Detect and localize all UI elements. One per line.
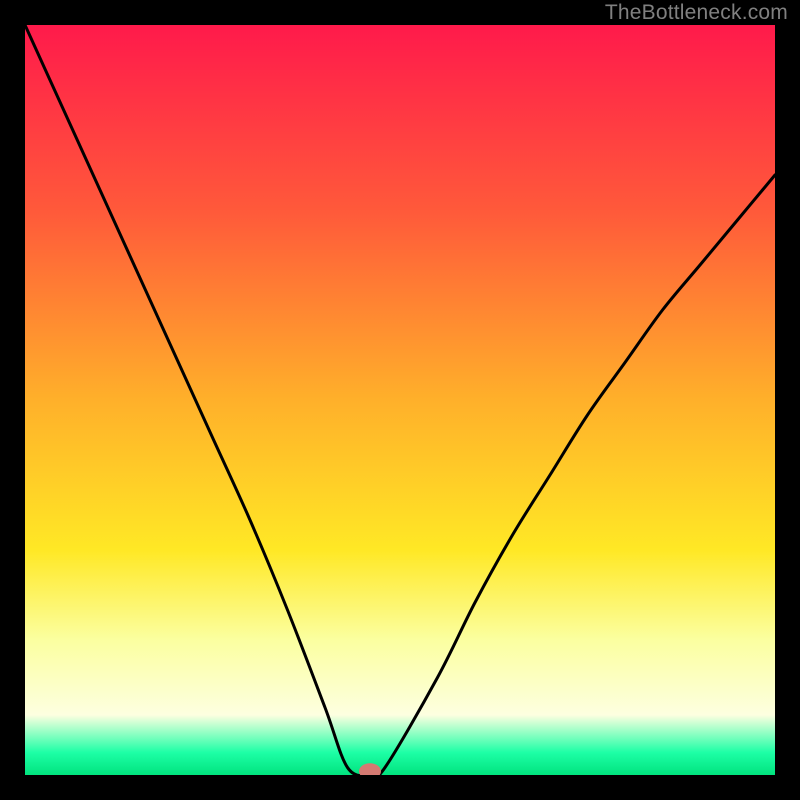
watermark-text: TheBottleneck.com bbox=[605, 1, 788, 25]
chart-background bbox=[25, 25, 775, 775]
outer-frame: TheBottleneck.com bbox=[0, 0, 800, 800]
chart-svg bbox=[25, 25, 775, 775]
chart-area bbox=[25, 25, 775, 775]
